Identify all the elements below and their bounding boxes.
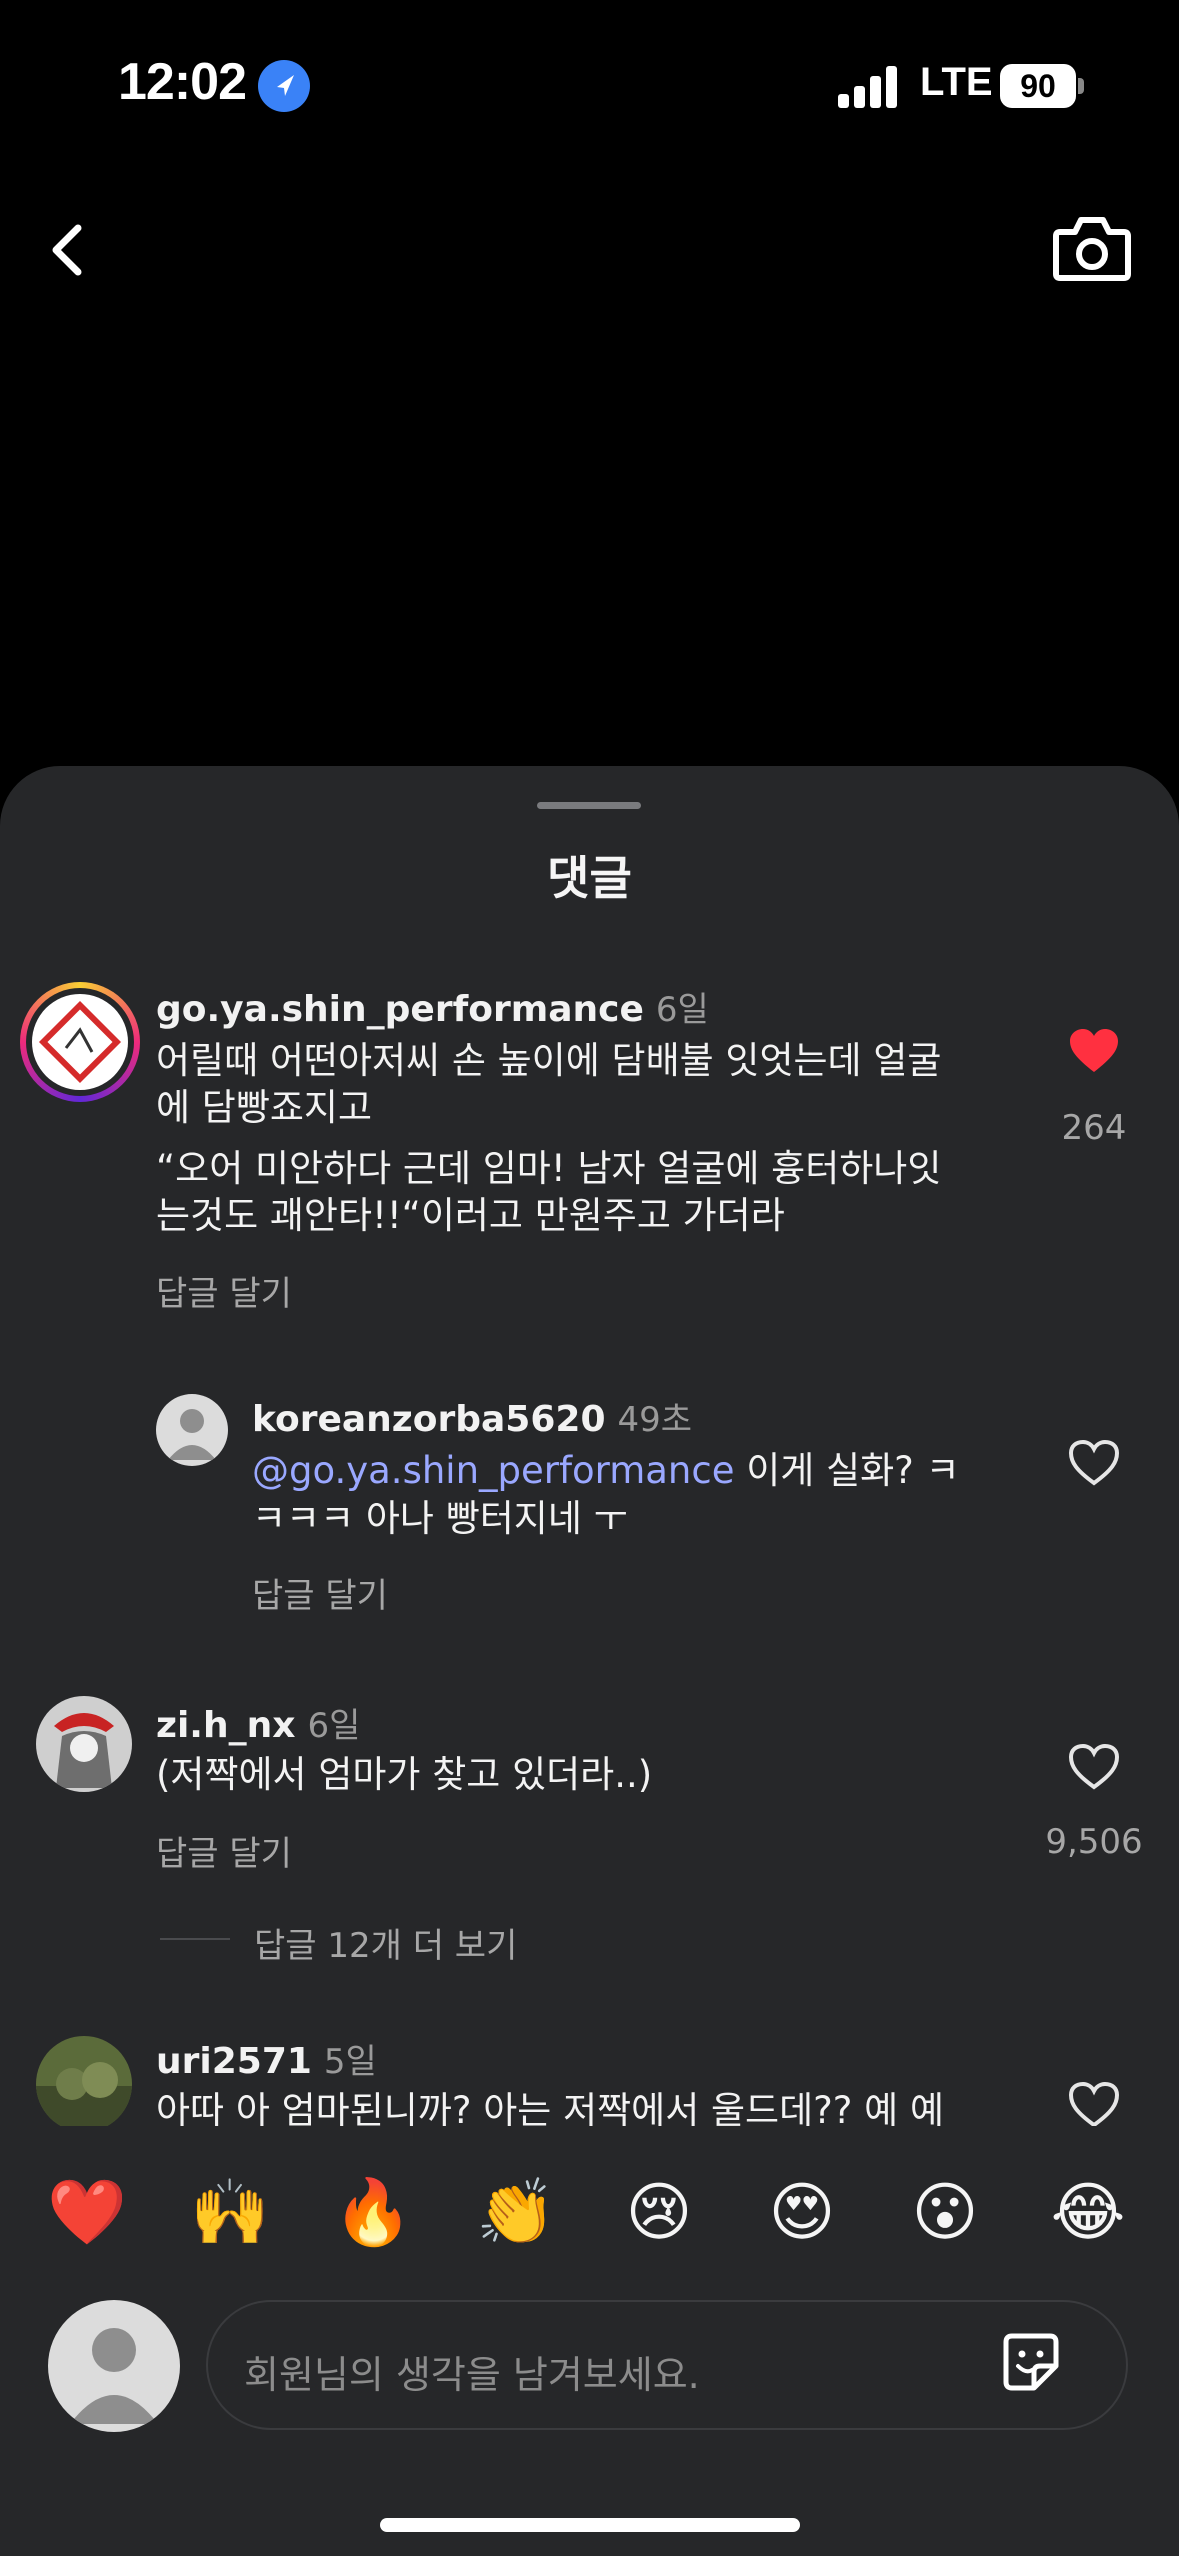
comment-text-line: 아따 아 엄마된니까? 아는 저짝에서 울드데?? 예 예 — [156, 2089, 945, 2126]
comment-partial: uri2571 5일 아따 아 엄마된니까? 아는 저짝에서 울드데?? 예 예 — [0, 2016, 1179, 2126]
comment-input-placeholder[interactable]: 회원님의 생각을 남겨보세요. — [244, 2344, 700, 2399]
comment-username[interactable]: go.ya.shin_performance 6일 — [156, 982, 709, 1031]
camera-icon[interactable] — [1050, 208, 1134, 288]
emoji-heart[interactable]: ❤️ — [42, 2178, 132, 2248]
comment-text-line: 에 담빵죠지고 — [156, 1086, 373, 1129]
comment-time: 6일 — [655, 990, 709, 1030]
signal-icon — [838, 64, 900, 108]
comment-time: 6일 — [307, 1706, 361, 1746]
username-text[interactable]: zi.h_nx — [156, 1705, 295, 1746]
like-count: 9,506 — [1045, 1822, 1143, 1862]
username-text[interactable]: go.ya.shin_performance — [156, 989, 644, 1030]
username-text[interactable]: koreanzorba5620 — [252, 1399, 606, 1440]
comment-text-line: 는것도 괘안타!!“이러고 만원주고 가더라 — [156, 1194, 785, 1237]
avatar[interactable] — [36, 1696, 132, 1792]
avatar[interactable] — [36, 2036, 132, 2126]
emoji-surprised[interactable]: 😮 — [900, 2178, 990, 2248]
sticker-icon[interactable] — [996, 2328, 1066, 2398]
comment-username[interactable]: zi.h_nx 6일 — [156, 1698, 360, 1747]
emoji-crying[interactable]: 😢 — [614, 2178, 704, 2248]
mention-link[interactable]: @go.ya.shin_performance — [252, 1449, 734, 1492]
comment-time: 5일 — [323, 2042, 377, 2082]
emoji-laughing[interactable]: 😂 — [1043, 2178, 1133, 2248]
comment-time: 49초 — [617, 1400, 693, 1440]
avatar[interactable] — [156, 1394, 228, 1466]
emoji-heart-eyes[interactable]: 😍 — [757, 2178, 847, 2248]
comment-username[interactable]: koreanzorba5620 49초 — [252, 1392, 692, 1441]
reply-button[interactable]: 답글 달기 — [252, 1568, 388, 1617]
sheet-title: 댓글 — [547, 851, 632, 905]
replies-divider — [160, 1938, 230, 1940]
comment-text-line: “오어 미안하다 근데 임마! 남자 얼굴에 흉터하나잇 — [156, 1147, 942, 1190]
comment-text-line: 어릴때 어떤아저씨 손 높이에 담배불 잇엇는데 얼굴 — [156, 1039, 942, 1082]
heart-icon[interactable] — [1066, 1026, 1122, 1076]
location-arrow-icon — [258, 60, 310, 112]
heart-icon[interactable] — [1066, 1438, 1122, 1488]
comment-text: 이게 실화? ㅋ — [734, 1449, 960, 1492]
battery-tip — [1078, 78, 1084, 94]
heart-icon[interactable] — [1066, 2080, 1122, 2126]
user-avatar — [48, 2300, 180, 2432]
battery-icon: 90 — [1000, 64, 1076, 108]
avatar[interactable] — [20, 982, 140, 1102]
reply-button[interactable]: 답글 달기 — [156, 1266, 292, 1315]
comment-text-line: ㅋㅋㅋ 아나 빵터지네 ㅜ — [252, 1497, 628, 1540]
status-time: 12:02 — [118, 53, 247, 111]
network-type: LTE — [920, 60, 993, 104]
comment-username[interactable]: uri2571 5일 — [156, 2034, 377, 2083]
sheet-drag-handle[interactable] — [537, 802, 641, 809]
heart-icon[interactable] — [1066, 1742, 1122, 1792]
reply-button[interactable]: 답글 달기 — [156, 1826, 292, 1875]
emoji-raised-hands[interactable]: 🙌 — [185, 2178, 275, 2248]
back-chevron-icon[interactable] — [40, 210, 100, 290]
comment-text-line: (저짝에서 엄마가 찾고 있더라..) — [156, 1753, 653, 1796]
view-more-replies-button[interactable]: 답글 12개 더 보기 — [254, 1918, 517, 1967]
emoji-clapping[interactable]: 👏 — [471, 2178, 561, 2248]
emoji-fire[interactable]: 🔥 — [328, 2178, 418, 2248]
comment-text-line: @go.ya.shin_performance 이게 실화? ㅋ — [252, 1444, 960, 1498]
username-text[interactable]: uri2571 — [156, 2041, 312, 2082]
like-count: 264 — [1061, 1108, 1127, 1148]
home-indicator[interactable] — [380, 2518, 800, 2532]
